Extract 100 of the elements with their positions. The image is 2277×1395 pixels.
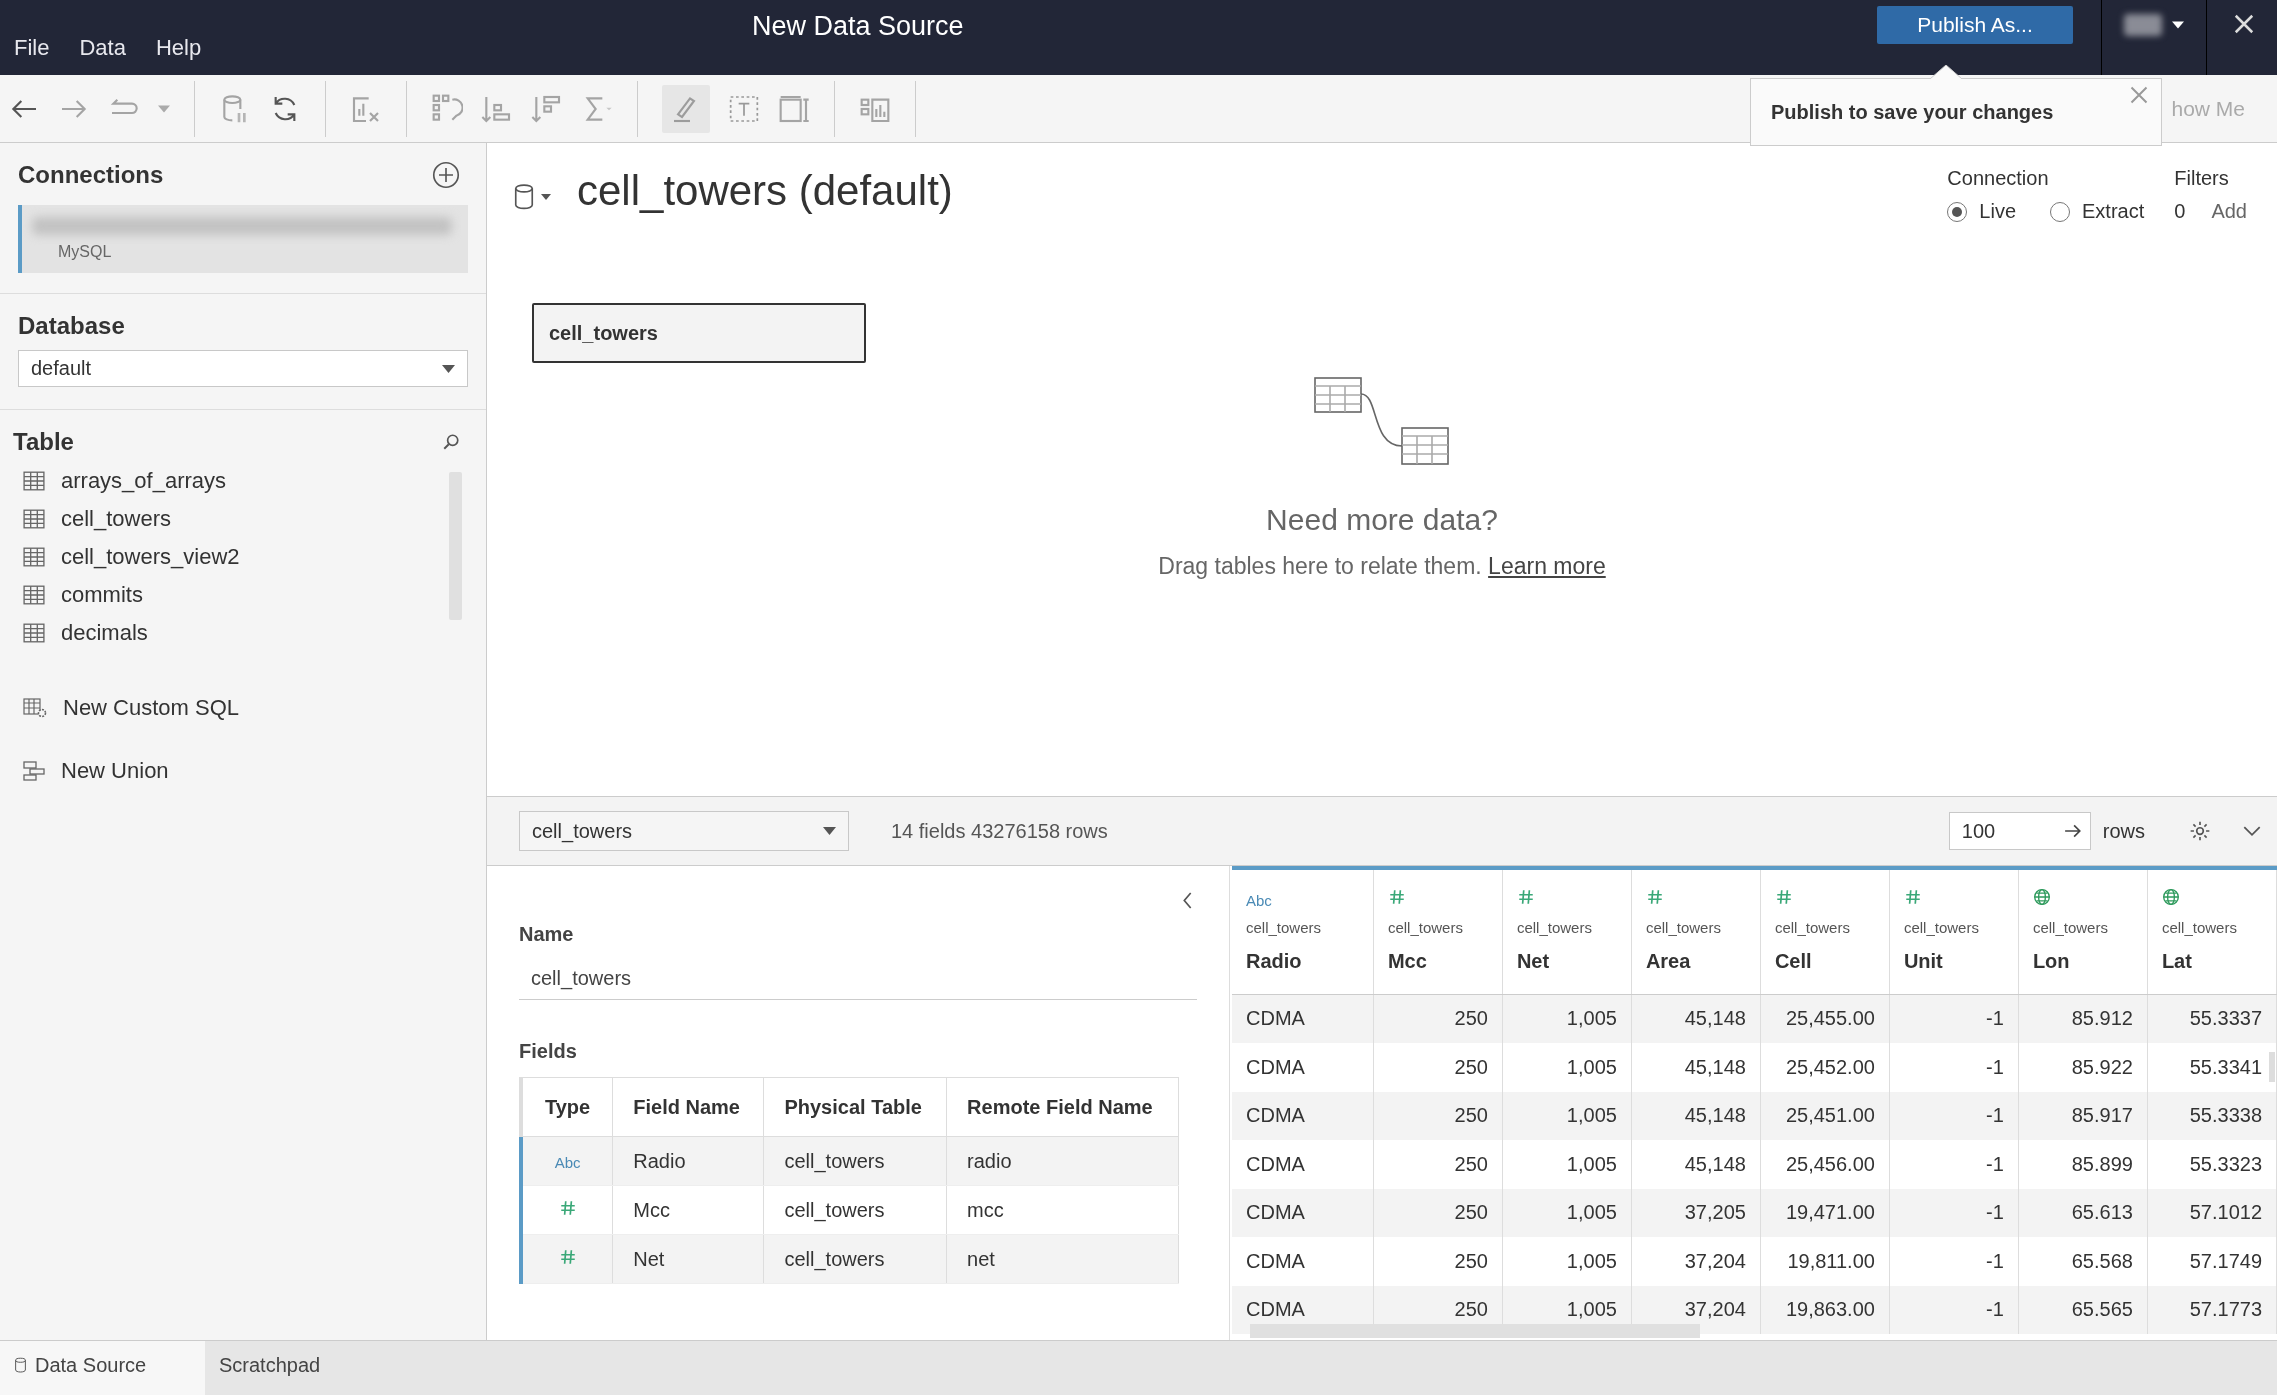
table-cell: 85.899 bbox=[2018, 1140, 2148, 1189]
column-header: Mcc bbox=[1387, 950, 1428, 973]
source-table-label: cell_towers bbox=[1387, 919, 1464, 936]
column-header: Radio bbox=[1246, 950, 1303, 973]
table-name: commits bbox=[61, 582, 143, 608]
field-label: Filters bbox=[2174, 167, 2230, 190]
learn-more-link[interactable]: Learn more bbox=[1488, 553, 1606, 579]
table-cell: 250 bbox=[1373, 1043, 1503, 1092]
table-cell: CDMA bbox=[1232, 1140, 1374, 1189]
source-table-label: cell_towers bbox=[1903, 919, 1980, 936]
add-icon[interactable] bbox=[432, 161, 460, 189]
table-cell: 57.1749 bbox=[2147, 1237, 2277, 1286]
radio-label: Extract bbox=[2082, 200, 2145, 223]
table-cell: 19,811.00 bbox=[1760, 1237, 1890, 1286]
add-filter-link[interactable]: Add bbox=[2211, 200, 2247, 223]
filter-count: 0 bbox=[2174, 200, 2186, 223]
table-dropdown[interactable]: cell_towers bbox=[519, 811, 849, 851]
globe-icon bbox=[2032, 888, 2051, 906]
database-dropdown[interactable]: default bbox=[18, 350, 468, 387]
search-icon[interactable] bbox=[442, 433, 460, 451]
table-cell: 45,148 bbox=[1631, 1043, 1761, 1092]
section-heading: Connections bbox=[18, 161, 164, 189]
connection-type: MySQL bbox=[57, 243, 113, 261]
number-type-icon bbox=[1387, 888, 1406, 906]
radio-button[interactable] bbox=[1947, 201, 1968, 222]
dropdown-value: cell_towers bbox=[532, 819, 633, 843]
table-cell: -1 bbox=[1889, 1285, 2019, 1334]
section-heading: Database bbox=[18, 312, 126, 340]
column-header: Lon bbox=[2032, 950, 2071, 973]
user-avatar[interactable] bbox=[2124, 14, 2162, 36]
table-cell: 250 bbox=[1373, 1237, 1503, 1286]
number-type-icon bbox=[1774, 888, 1793, 906]
table-node[interactable]: cell_towers bbox=[532, 303, 866, 363]
table-list-item[interactable]: arrays_of_arrays bbox=[13, 462, 449, 500]
table-list-item[interactable]: cell_towers_view2 bbox=[13, 538, 449, 576]
column-header: Field Name bbox=[612, 1077, 764, 1137]
table-name: decimals bbox=[61, 620, 148, 646]
new-table-action[interactable]: New Custom SQL bbox=[13, 689, 472, 727]
table-cell: Radio bbox=[612, 1136, 764, 1186]
column-header: Area bbox=[1645, 950, 1692, 973]
table-icon bbox=[23, 547, 45, 567]
table-cell: net bbox=[946, 1234, 1179, 1284]
number-type-icon bbox=[1903, 888, 1922, 906]
table-cell: 19,863.00 bbox=[1760, 1285, 1890, 1334]
radio-button[interactable] bbox=[2050, 201, 2071, 222]
table-cell: Mcc bbox=[612, 1185, 764, 1235]
chevron-down-icon[interactable] bbox=[2243, 825, 2261, 837]
table-cell: cell_towers bbox=[763, 1185, 947, 1235]
arrow-right-icon[interactable] bbox=[2063, 824, 2082, 838]
radio-option[interactable]: Extract bbox=[2050, 200, 2145, 223]
table-cell: radio bbox=[946, 1136, 1179, 1186]
source-table-label: cell_towers bbox=[1246, 919, 1323, 936]
name-field[interactable]: cell_towers bbox=[519, 958, 1197, 1000]
column-header: Physical Table bbox=[763, 1077, 947, 1137]
column-header: Lat bbox=[2161, 950, 2193, 973]
table-cell: cell_towers bbox=[763, 1234, 947, 1284]
table-cell: -1 bbox=[1889, 1140, 2019, 1189]
new-table-action[interactable]: New Union bbox=[13, 752, 472, 790]
menu-item[interactable]: File bbox=[4, 31, 60, 65]
table-name: cell_towers bbox=[61, 506, 172, 532]
table-icon bbox=[23, 471, 45, 491]
radio-label: Live bbox=[1979, 200, 2017, 223]
table-cell: -1 bbox=[1889, 1237, 2019, 1286]
field-label: Name bbox=[519, 923, 575, 946]
action-label: New Union bbox=[61, 758, 169, 784]
column-header: Cell bbox=[1774, 950, 1813, 973]
table-list-item[interactable]: decimals bbox=[13, 614, 449, 652]
table-cell: -1 bbox=[1889, 1043, 2019, 1092]
column-header: Remote Field Name bbox=[946, 1077, 1179, 1137]
menu-item[interactable]: Data bbox=[69, 31, 136, 65]
caret-down-icon[interactable] bbox=[2172, 21, 2184, 29]
source-table-label: cell_towers bbox=[1645, 919, 1722, 936]
menu-item[interactable]: Help bbox=[145, 31, 212, 65]
union-icon bbox=[23, 761, 45, 781]
column-header: Type bbox=[521, 1077, 613, 1137]
table-cell: 1,005 bbox=[1502, 1043, 1632, 1092]
empty-state-text: Drag tables here to relate them. Learn more bbox=[1158, 553, 1606, 580]
table-cell: 25,456.00 bbox=[1760, 1140, 1890, 1189]
chevron-left-icon[interactable] bbox=[1182, 892, 1193, 909]
sheet-tab[interactable]: Scratchpad bbox=[205, 1341, 341, 1395]
publish-button[interactable]: Publish As... bbox=[1877, 6, 2073, 44]
table-cell: 250 bbox=[1373, 1140, 1503, 1189]
radio-option[interactable]: Live bbox=[1947, 200, 2017, 223]
number-type-icon bbox=[1645, 888, 1664, 906]
table-cell: Net bbox=[612, 1234, 764, 1284]
connection-item[interactable]: MySQL bbox=[18, 205, 468, 273]
number-type-icon bbox=[558, 1198, 577, 1217]
table-summary: 14 fields 43276158 rows bbox=[891, 819, 1108, 843]
source-table-label: cell_towers bbox=[2032, 919, 2109, 936]
table-cell: 45,148 bbox=[1631, 1140, 1761, 1189]
table-list-item[interactable]: commits bbox=[13, 576, 449, 614]
table-cell: 25,452.00 bbox=[1760, 1043, 1890, 1092]
table-cell: cell_towers bbox=[763, 1136, 947, 1186]
field-label: Connection bbox=[1947, 167, 2050, 190]
sheet-tab[interactable]: Data Source bbox=[0, 1341, 205, 1395]
table-cell: 1,005 bbox=[1502, 1237, 1632, 1286]
caret-down-icon[interactable] bbox=[541, 193, 551, 200]
table-list-item[interactable]: cell_towers bbox=[13, 500, 449, 538]
table-icon bbox=[23, 509, 45, 529]
row-count-field[interactable]: 100 bbox=[1948, 812, 2091, 850]
